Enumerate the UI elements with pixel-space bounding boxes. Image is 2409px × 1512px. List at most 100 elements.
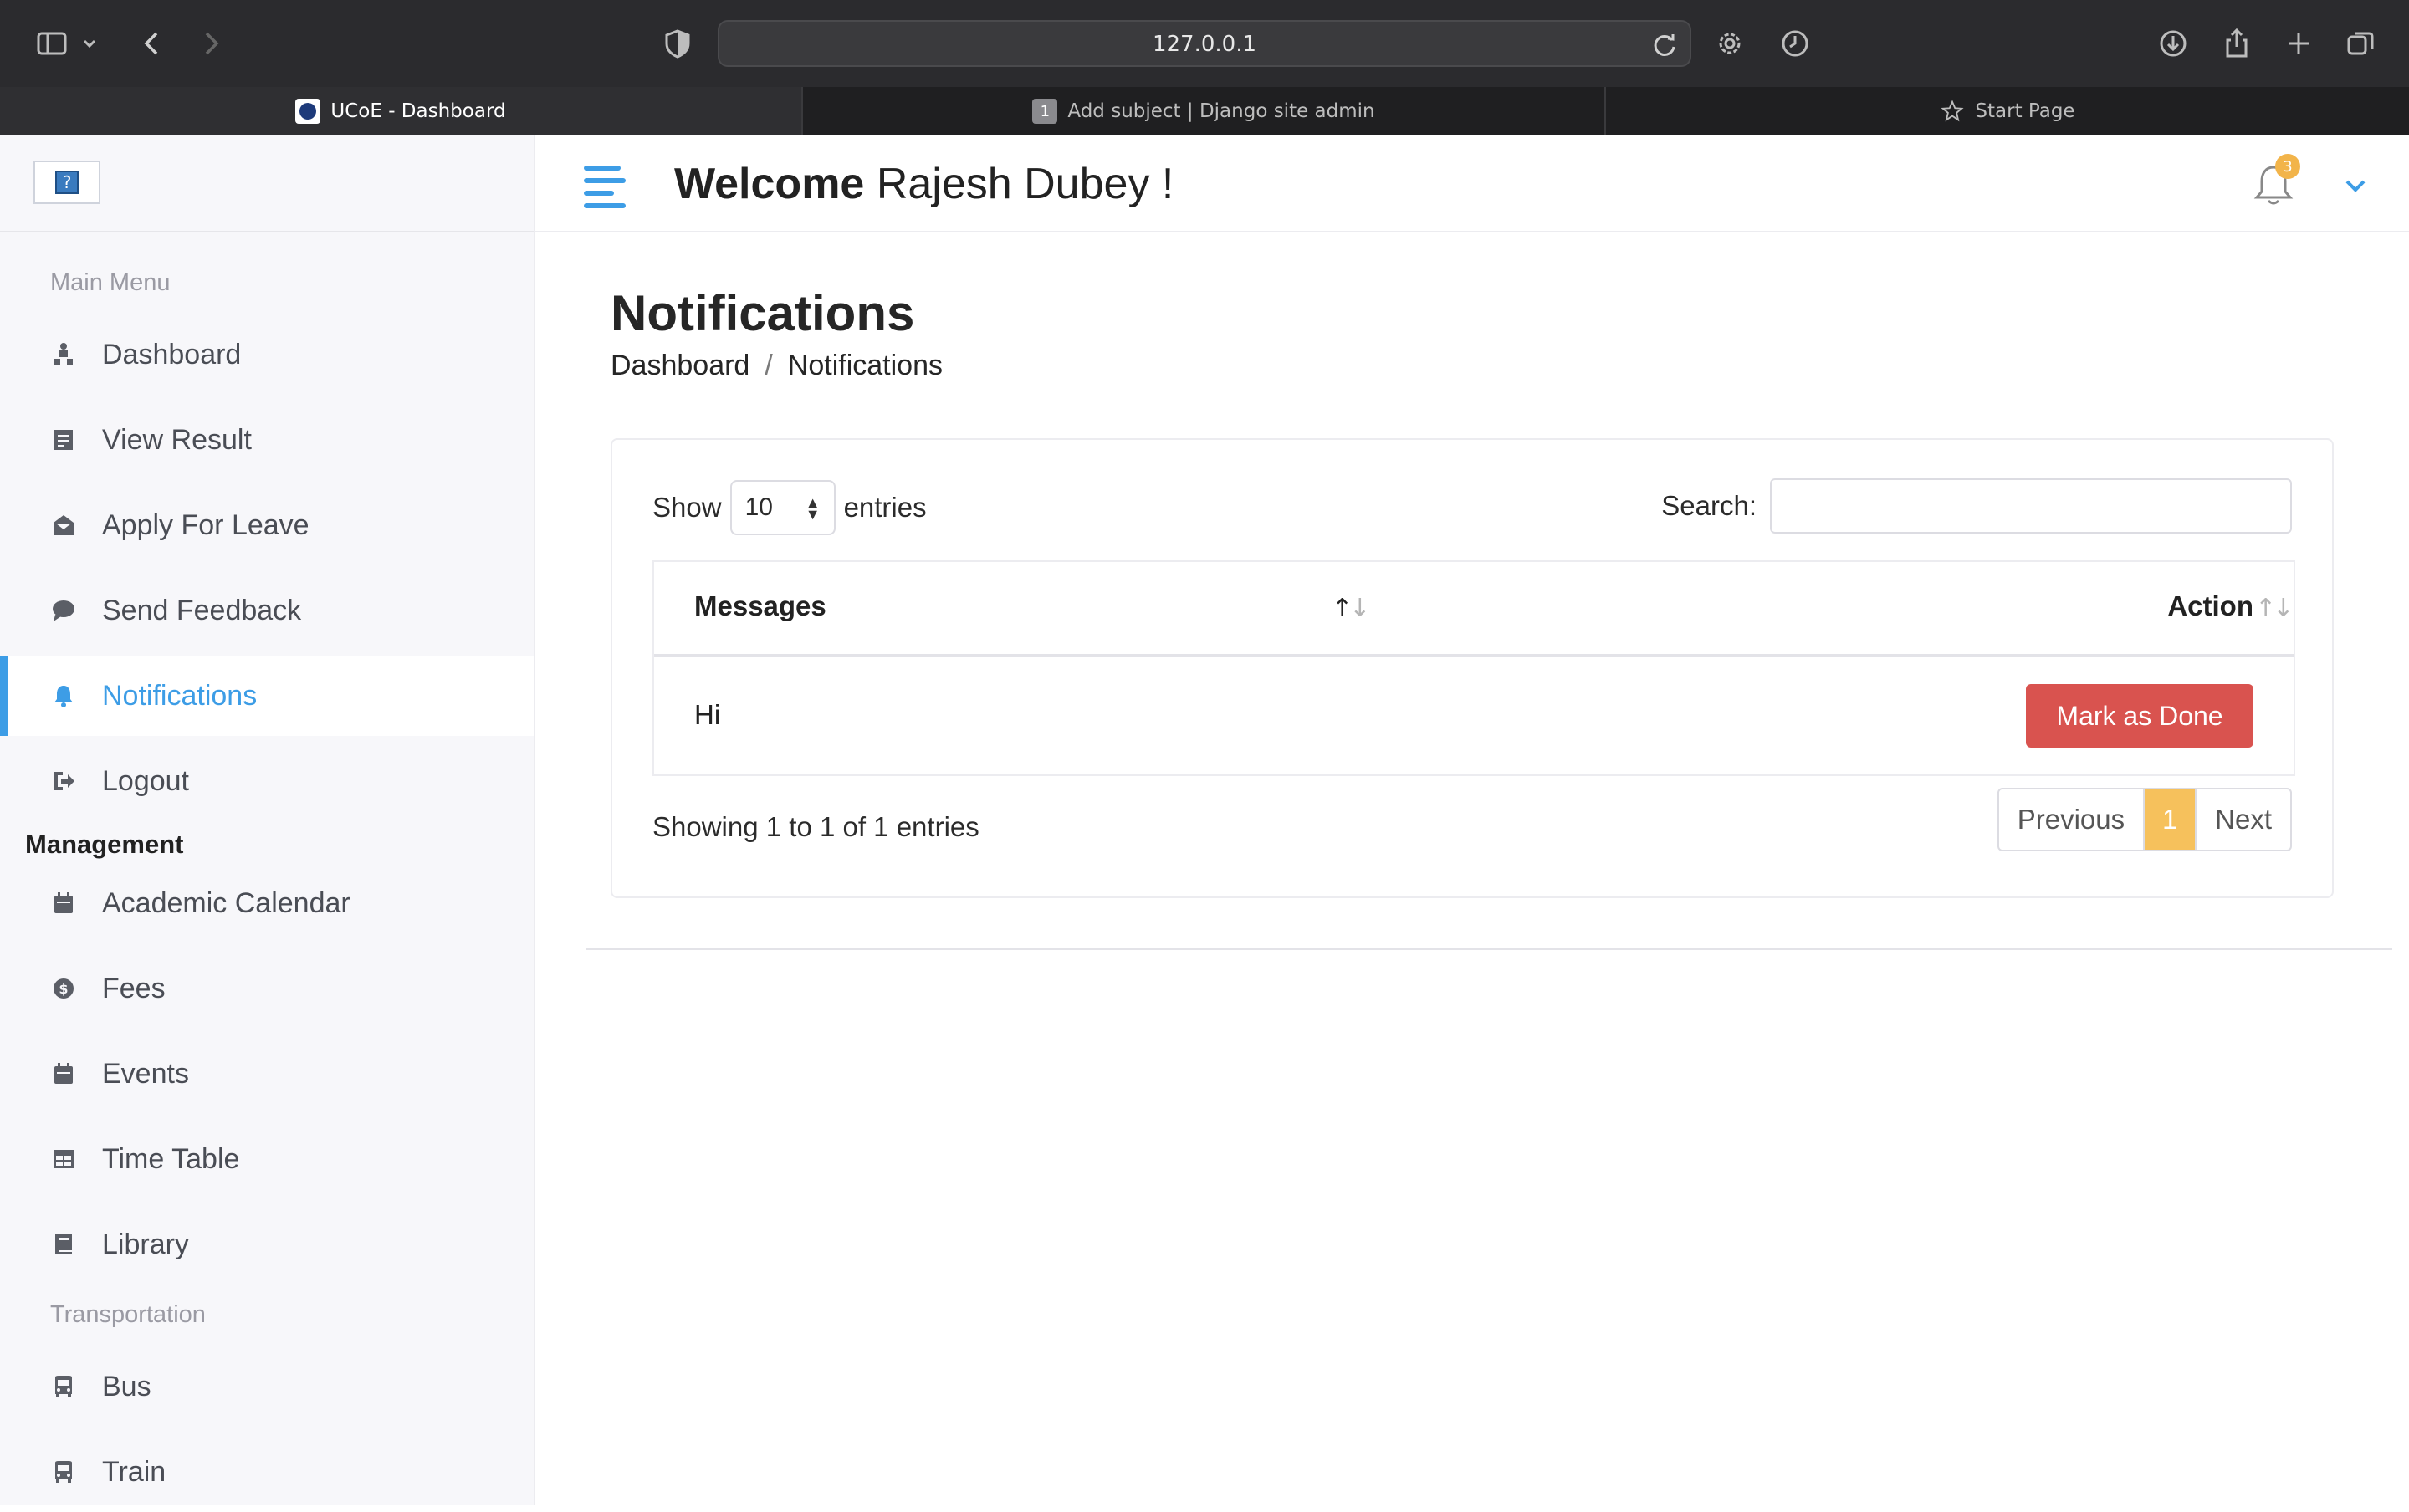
calendar-icon — [50, 890, 77, 917]
main-menu-title: Main Menu — [50, 269, 171, 296]
dashboard-icon — [50, 341, 77, 368]
sidebar-item-events[interactable]: Events — [0, 1034, 534, 1114]
top-header: Welcome Rajesh Dubey ! 3 — [535, 135, 2409, 232]
sidebar-item-label: Send Feedback — [102, 594, 302, 626]
tab-count-badge: 1 — [1032, 99, 1058, 124]
sidebar-item-logout[interactable]: Logout — [0, 741, 534, 821]
ucoe-favicon-icon — [295, 99, 321, 124]
main-content: Welcome Rajesh Dubey ! 3 Notifications D… — [535, 135, 2409, 1505]
column-header-messages[interactable]: Messages — [694, 590, 826, 622]
table-info: Showing 1 to 1 of 1 entries — [652, 811, 979, 842]
tab-ucoe-dashboard[interactable]: UCoE - Dashboard — [0, 87, 801, 135]
book-icon — [50, 1231, 77, 1258]
sidebar-item-apply-for-leave[interactable]: Apply For Leave — [0, 485, 534, 565]
search-label: Search: — [1661, 490, 1757, 521]
user-menu-chevron-icon[interactable] — [2339, 169, 2372, 202]
menu-toggle-icon[interactable] — [584, 166, 626, 208]
settings-icon[interactable] — [1710, 23, 1750, 64]
sidebar-item-academic-calendar[interactable]: Academic Calendar — [0, 863, 534, 943]
address-bar[interactable]: 127.0.0.1 — [718, 20, 1691, 67]
browser-toolbar: 127.0.0.1 — [0, 0, 2409, 87]
sidebar-item-label: View Result — [102, 423, 252, 456]
sidebar-item-notifications[interactable]: Notifications — [0, 656, 534, 736]
mark-as-done-button[interactable]: Mark as Done — [2026, 684, 2253, 748]
previous-page-button[interactable]: Previous — [1999, 789, 2143, 850]
content-divider — [586, 948, 2392, 950]
page-1-button[interactable]: 1 — [2143, 789, 2196, 850]
logout-icon — [50, 768, 77, 794]
result-icon — [50, 427, 77, 453]
tab-django-admin[interactable]: 1 Add subject | Django site admin — [801, 87, 1604, 135]
new-tab-icon[interactable] — [2279, 23, 2319, 64]
history-icon[interactable] — [1775, 23, 1815, 64]
star-icon — [1940, 99, 1965, 124]
entries-label: entries — [843, 492, 927, 523]
sidebar-item-label: Bus — [102, 1370, 151, 1402]
notification-count-badge: 3 — [2275, 154, 2300, 179]
breadcrumb-current: Notifications — [787, 350, 943, 381]
tab-label: UCoE - Dashboard — [330, 100, 506, 122]
sidebar-item-label: Library — [102, 1228, 189, 1260]
sort-icon[interactable]: ↑↓ — [2255, 594, 2294, 623]
sidebar-item-label: Notifications — [102, 679, 258, 712]
sidebar-item-label: Apply For Leave — [102, 508, 309, 541]
bell-icon — [50, 682, 77, 709]
table-row: Hi Mark as Done — [654, 657, 2294, 774]
sidebar-item-dashboard[interactable]: Dashboard — [0, 314, 534, 395]
sidebar-item-label: Train — [102, 1455, 166, 1488]
user-name: Rajesh Dubey — [876, 160, 1150, 208]
page-length-value: 10 — [744, 493, 773, 521]
logo-area: ? — [0, 135, 534, 232]
sidebar-toggle-icon[interactable] — [32, 23, 72, 64]
share-icon[interactable] — [2217, 23, 2257, 64]
sidebar-item-label: Dashboard — [102, 338, 242, 370]
app: ? Main Menu Dashboard View Result Apply … — [0, 135, 2409, 1505]
breadcrumb-separator: / — [765, 350, 773, 381]
transportation-title: Transportation — [50, 1301, 206, 1328]
sort-icon[interactable]: ↑↓ — [1332, 594, 1370, 623]
sidebar-item-view-result[interactable]: View Result — [0, 400, 534, 480]
chevron-down-icon[interactable] — [77, 23, 102, 64]
tab-overview-icon[interactable] — [2340, 23, 2381, 64]
tab-start-page[interactable]: Start Page — [1604, 87, 2409, 135]
sidebar-item-label: Logout — [102, 764, 189, 797]
broken-image-icon: ? — [55, 171, 79, 194]
download-icon[interactable] — [2153, 23, 2193, 64]
sidebar-item-fees[interactable]: $ Fees — [0, 948, 534, 1029]
calendar-icon — [50, 1060, 77, 1087]
forward-icon[interactable] — [191, 23, 231, 64]
search-input[interactable] — [1770, 478, 2292, 534]
sidebar-item-label: Time Table — [102, 1142, 240, 1175]
sidebar: ? Main Menu Dashboard View Result Apply … — [0, 135, 535, 1505]
search-control: Search: — [1661, 478, 2292, 534]
column-header-action[interactable]: Action — [2167, 590, 2253, 622]
sidebar-item-library[interactable]: Library — [0, 1204, 534, 1285]
notifications-card: Show 10 ▲ ▼ entries Search: Messages ↑↓ A… — [611, 438, 2334, 898]
tab-label: Start Page — [1975, 100, 2075, 122]
browser-tab-bar: UCoE - Dashboard 1 Add subject | Django … — [0, 87, 2409, 135]
page-title: Notifications — [611, 285, 915, 341]
envelope-icon — [50, 512, 77, 539]
show-label: Show — [652, 492, 722, 523]
reload-icon[interactable] — [1648, 28, 1681, 62]
management-title: Management — [25, 830, 184, 859]
breadcrumb-dashboard-link[interactable]: Dashboard — [611, 350, 749, 382]
welcome-message: Welcome Rajesh Dubey ! — [674, 159, 1174, 209]
next-page-button[interactable]: Next — [2195, 789, 2290, 850]
page-length-select[interactable]: 10 ▲ ▼ — [729, 480, 836, 535]
sidebar-item-bus[interactable]: Bus — [0, 1346, 534, 1427]
shield-icon[interactable] — [657, 23, 698, 64]
logo[interactable]: ? — [33, 161, 100, 204]
select-arrows-icon: ▲ ▼ — [805, 494, 821, 523]
back-icon[interactable] — [132, 23, 172, 64]
sidebar-item-label: Academic Calendar — [102, 886, 350, 919]
sidebar-item-time-table[interactable]: Time Table — [0, 1119, 534, 1199]
train-icon — [50, 1458, 77, 1485]
svg-text:$: $ — [59, 981, 68, 997]
url-text[interactable]: 127.0.0.1 — [719, 32, 1690, 57]
sidebar-item-send-feedback[interactable]: Send Feedback — [0, 570, 534, 651]
message-cell: Hi — [694, 699, 721, 730]
pagination: Previous 1 Next — [1997, 788, 2292, 851]
sidebar-item-train[interactable]: Train — [0, 1432, 534, 1512]
breadcrumb: Dashboard / Notifications — [611, 350, 943, 382]
